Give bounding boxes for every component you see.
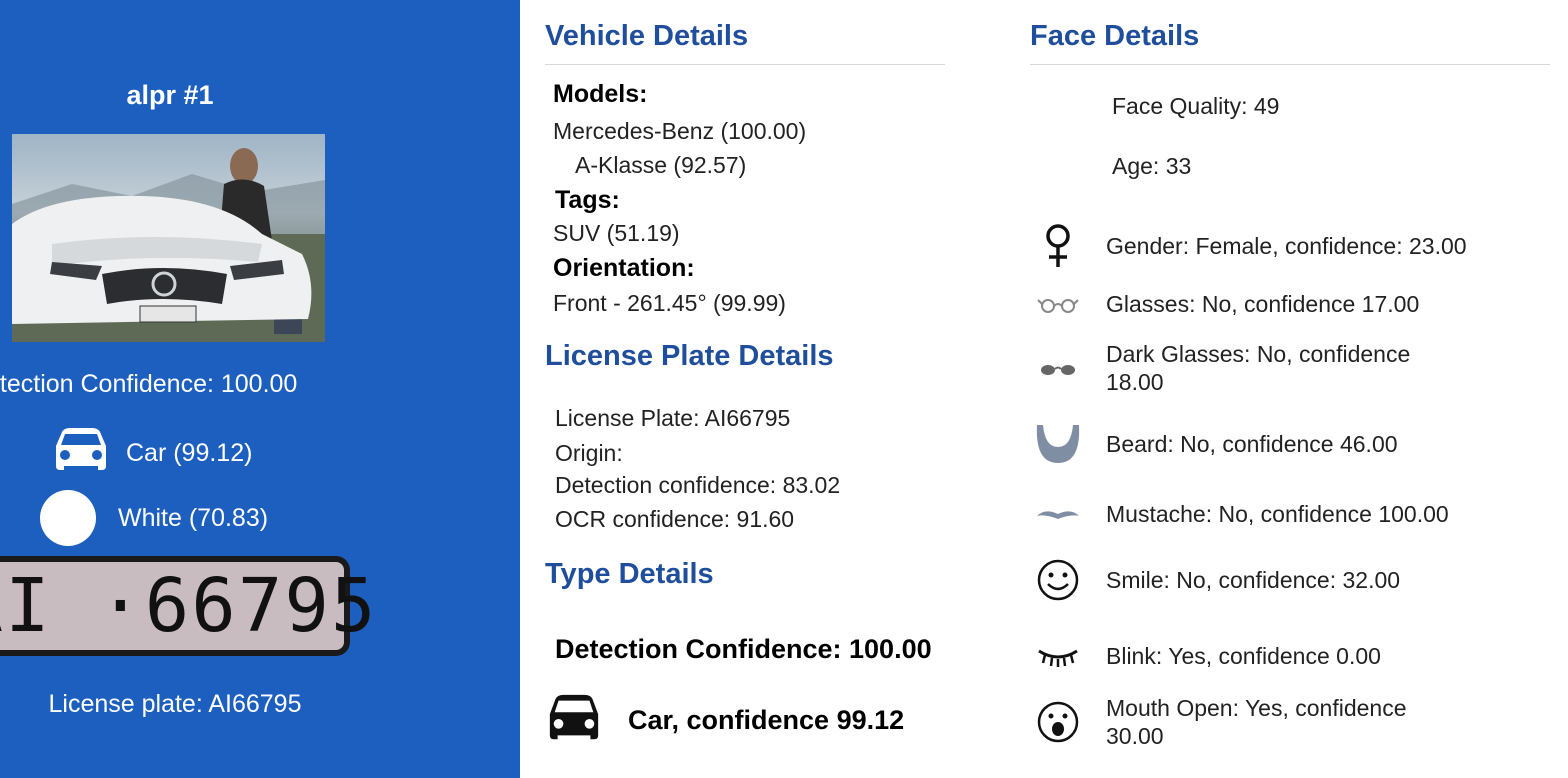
face-blink-row: Blink: Yes, confidence 0.00 xyxy=(1030,632,1381,680)
vehicle-tag: SUV (51.19) xyxy=(553,220,680,246)
detection-title: alpr #1 xyxy=(126,80,214,110)
face-beard: Beard: No, confidence 46.00 xyxy=(1106,431,1398,457)
face-mouth-open-line2: 30.00 xyxy=(1106,723,1164,749)
vehicle-orientation: Front - 261.45° (99.99) xyxy=(553,290,786,316)
car-icon xyxy=(546,694,602,747)
face-beard-row: Beard: No, confidence 46.00 xyxy=(1030,420,1398,468)
type-car-row: Car, confidence 99.12 xyxy=(546,694,904,747)
face-dark-glasses-row: Dark Glasses: No, confidence 18.00 xyxy=(1030,340,1410,396)
orientation-label: Orientation: xyxy=(553,254,695,282)
face-dark-glasses-line1: Dark Glasses: No, confidence xyxy=(1106,341,1411,367)
face-glasses: Glasses: No, confidence 17.00 xyxy=(1106,291,1420,317)
face-mustache: Mustache: No, confidence 100.00 xyxy=(1106,501,1449,527)
models-label: Models: xyxy=(553,80,648,108)
face-mouth-open-row: Mouth Open: Yes, confidence 30.00 xyxy=(1030,694,1407,750)
plate-detection-confidence: Detection confidence: 83.02 xyxy=(555,472,841,498)
vehicle-photo xyxy=(12,134,325,342)
glasses-icon xyxy=(1030,280,1086,328)
color-swatch-icon xyxy=(40,490,96,546)
face-age: Age: 33 xyxy=(1112,153,1192,179)
type-car-confidence: Car, confidence 99.12 xyxy=(628,705,905,735)
tags-label: Tags: xyxy=(555,186,620,214)
face-details-divider xyxy=(1030,64,1550,65)
mouth-open-icon xyxy=(1030,698,1086,746)
plate-origin: Origin: xyxy=(555,440,623,466)
face-dark-glasses-line2: 18.00 xyxy=(1106,369,1164,395)
smile-icon xyxy=(1030,556,1086,604)
face-smile: Smile: No, confidence: 32.00 xyxy=(1106,567,1401,593)
license-plate-details-title: License Plate Details xyxy=(545,340,834,372)
plate-ocr-confidence: OCR confidence: 91.60 xyxy=(555,506,795,532)
vehicle-make: Mercedes-Benz (100.00) xyxy=(553,118,807,144)
license-plate-image: AI ·66795 xyxy=(0,556,375,656)
vehicle-model: A-Klasse (92.57) xyxy=(575,152,747,178)
type-details-title: Type Details xyxy=(545,558,714,590)
face-blink: Blink: Yes, confidence 0.00 xyxy=(1106,643,1381,669)
face-details-title: Face Details xyxy=(1030,20,1200,52)
female-icon xyxy=(1030,222,1086,270)
face-smile-row: Smile: No, confidence: 32.00 xyxy=(1030,556,1400,604)
vehicle-details-title: Vehicle Details xyxy=(545,20,749,52)
vehicle-type-label: Car (99.12) xyxy=(126,438,253,467)
blink-icon xyxy=(1030,632,1086,680)
license-plate-label: License plate: AI66795 xyxy=(48,690,302,718)
vehicle-color: White (70.83) xyxy=(40,490,268,546)
detection-confidence: etection Confidence: 100.00 xyxy=(0,370,298,398)
dark-glasses-icon xyxy=(1030,344,1086,392)
face-glasses-row: Glasses: No, confidence 17.00 xyxy=(1030,280,1419,328)
face-mouth-open-line1: Mouth Open: Yes, confidence xyxy=(1106,695,1407,721)
face-mustache-row: Mustache: No, confidence 100.00 xyxy=(1030,490,1449,538)
car-icon xyxy=(52,427,110,479)
license-plate-value: License Plate: AI66795 xyxy=(555,405,791,431)
beard-icon xyxy=(1030,420,1086,468)
face-mouth-open: Mouth Open: Yes, confidence 30.00 xyxy=(1106,694,1407,750)
license-plate-image-text: AI ·66795 xyxy=(0,563,378,649)
vehicle-type: Car (99.12) xyxy=(52,427,253,479)
face-gender-row: Gender: Female, confidence: 23.00 xyxy=(1030,222,1467,270)
mustache-icon xyxy=(1030,490,1086,538)
face-gender: Gender: Female, confidence: 23.00 xyxy=(1106,233,1467,259)
type-detection-confidence: Detection Confidence: 100.00 xyxy=(555,634,932,664)
vehicle-color-label: White (70.83) xyxy=(118,503,269,532)
face-quality: Face Quality: 49 xyxy=(1112,93,1280,119)
face-dark-glasses: Dark Glasses: No, confidence 18.00 xyxy=(1106,340,1410,396)
vehicle-details-divider xyxy=(545,64,945,65)
detection-summary-panel: alpr #1 etection Confidence: 100.00 Car … xyxy=(0,0,520,778)
